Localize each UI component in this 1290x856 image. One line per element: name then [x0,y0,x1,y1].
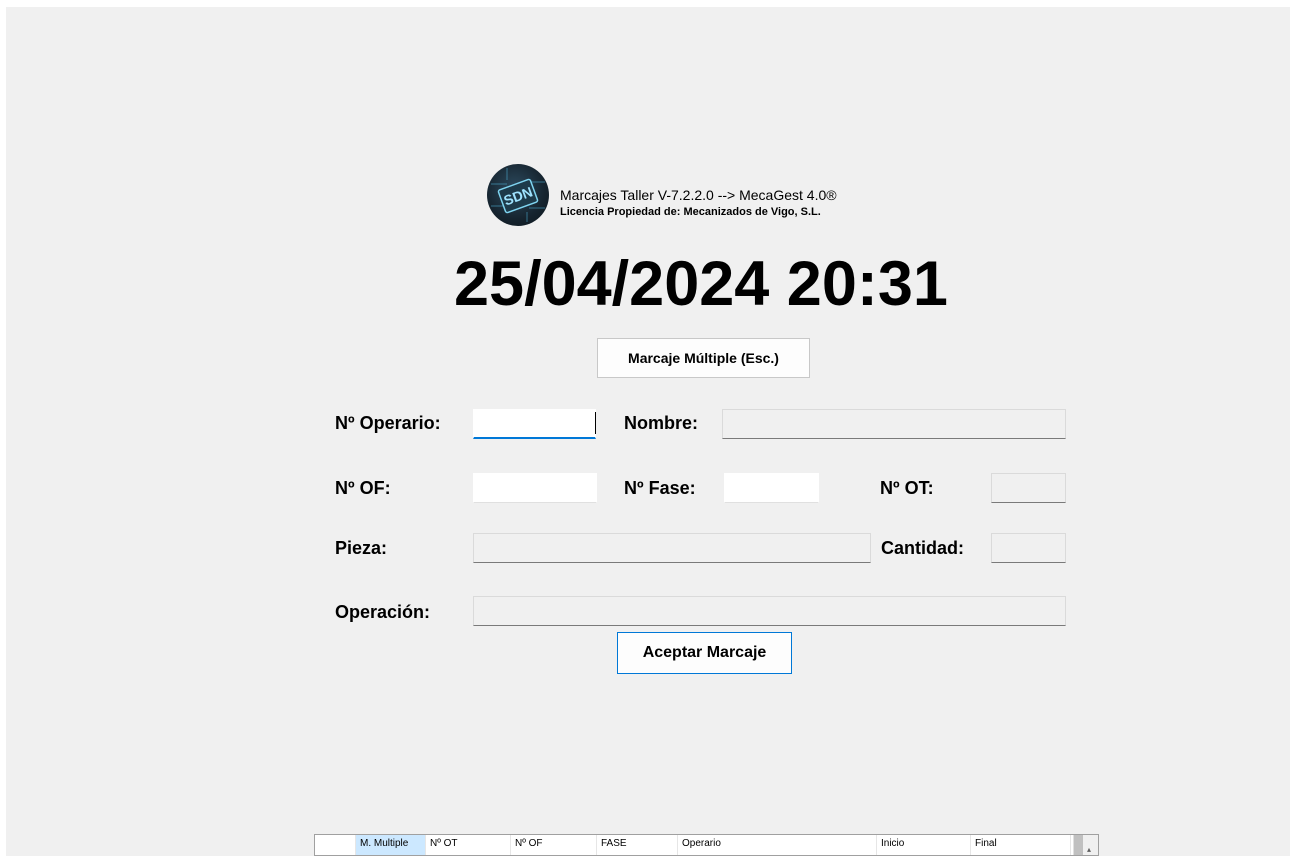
column-header-of[interactable]: Nº OF [511,835,597,855]
operario-input[interactable] [473,409,596,439]
cantidad-field [991,533,1066,563]
of-input[interactable] [473,473,597,503]
fase-label: Nº Fase: [624,478,696,498]
app-title: Marcajes Taller V-7.2.2.0 --> MecaGest 4… [560,187,837,203]
column-header-final[interactable]: Final [971,835,1071,855]
scroll-thumb[interactable] [1074,835,1083,855]
markings-grid[interactable]: M. Multiple Nº OT Nº OF FASE Operario In… [314,834,1099,856]
column-header-ot[interactable]: Nº OT [426,835,511,855]
chip-logo-icon: SDN [487,164,549,226]
scroll-arrow-icon[interactable]: ▴ [1087,845,1091,854]
fase-input[interactable] [724,473,819,503]
operario-label: Nº Operario: [335,413,441,433]
of-label: Nº OF: [335,478,391,498]
column-header-inicio[interactable]: Inicio [877,835,971,855]
ot-field [991,473,1066,503]
multiple-marking-button[interactable]: Marcaje Múltiple (Esc.) [597,338,810,378]
operacion-label: Operación: [335,602,431,622]
grid-scrollbar[interactable]: ▴ [1073,835,1098,855]
nombre-field [722,409,1066,439]
ot-label: Nº OT: [880,478,934,498]
pieza-field [473,533,871,563]
current-datetime: 25/04/2024 20:31 [454,249,948,319]
column-header-row-selector[interactable] [315,835,356,855]
column-header-operario[interactable]: Operario [678,835,877,855]
nombre-label: Nombre: [624,413,699,433]
operacion-field [473,596,1066,626]
license-text: Licencia Propiedad de: Mecanizados de Vi… [560,206,821,218]
grid-header: M. Multiple Nº OT Nº OF FASE Operario In… [315,835,1071,855]
cantidad-label: Cantidad: [881,538,964,558]
text-caret [595,412,596,434]
pieza-label: Pieza: [335,538,388,558]
column-header-fase[interactable]: FASE [597,835,678,855]
column-header-m-multiple[interactable]: M. Multiple [356,835,426,855]
accept-marking-button[interactable]: Aceptar Marcaje [617,632,792,674]
